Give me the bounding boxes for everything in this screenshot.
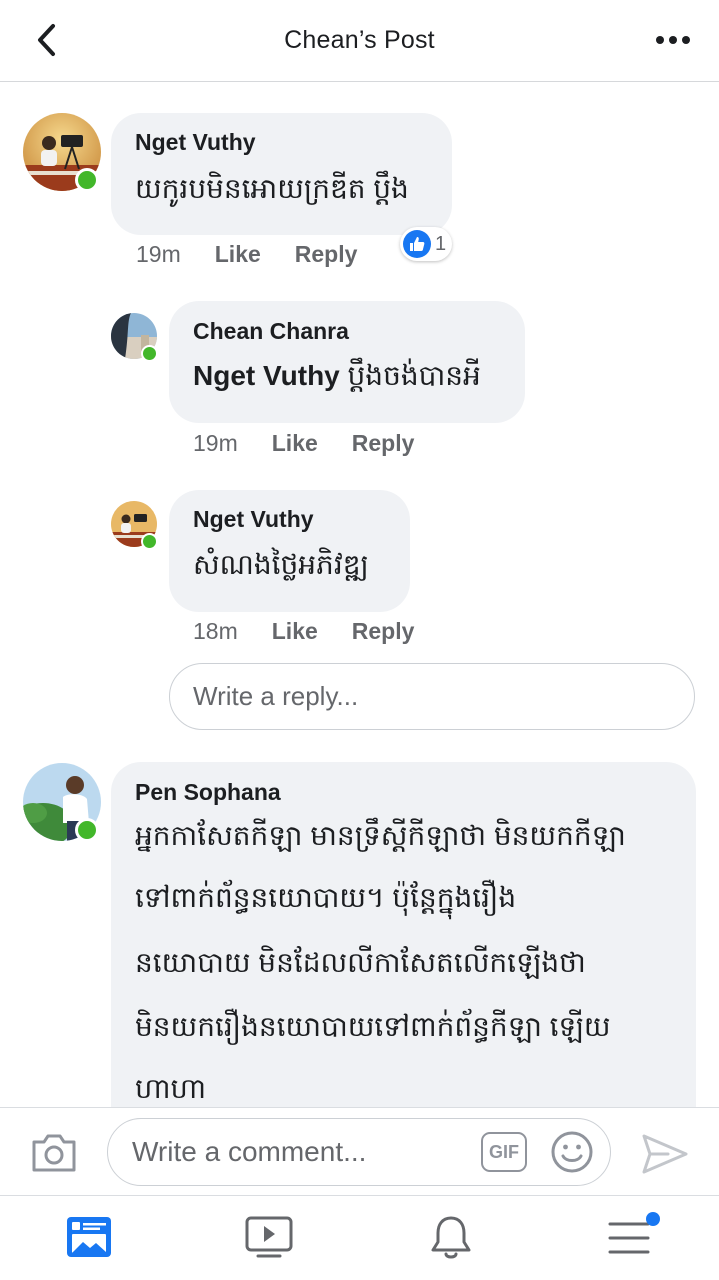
send-icon — [642, 1134, 688, 1174]
reply-input-placeholder: Write a reply... — [193, 681, 359, 711]
news-feed-icon — [67, 1217, 111, 1257]
menu-notification-badge — [646, 1212, 660, 1226]
reply-button[interactable]: Reply — [352, 430, 415, 457]
bell-icon — [431, 1216, 471, 1259]
emoji-button[interactable] — [550, 1130, 594, 1174]
reply-author[interactable]: Chean Chanra — [193, 318, 349, 345]
reply-author[interactable]: Nget Vuthy — [193, 506, 314, 533]
tab-news-feed[interactable] — [64, 1214, 116, 1264]
online-status-indicator — [75, 168, 99, 192]
camera-button[interactable] — [30, 1132, 78, 1174]
video-play-icon — [245, 1216, 293, 1258]
like-button[interactable]: Like — [272, 430, 318, 457]
tab-menu[interactable] — [606, 1212, 660, 1264]
page-title: Chean’s Post — [284, 26, 435, 54]
like-button[interactable]: Like — [215, 241, 261, 268]
camera-icon — [32, 1134, 76, 1172]
online-status-indicator — [75, 818, 99, 842]
emoji-icon — [551, 1131, 593, 1173]
write-reply-input[interactable]: Write a reply... — [169, 663, 695, 730]
comment-text-line: នយោបាយ មិនដែលលីកាសែតលើកឡើងថា — [135, 947, 586, 978]
reply-text: សំណងថ្លៃអភិវឌ្ឍ — [193, 549, 369, 580]
online-status-indicator — [141, 533, 158, 550]
comment-composer: Write a comment... GIF — [0, 1107, 719, 1195]
reply-timestamp: 19m — [193, 430, 238, 456]
mention-link[interactable]: Nget Vuthy — [193, 360, 340, 391]
back-button[interactable] — [26, 20, 66, 60]
send-button[interactable] — [640, 1132, 690, 1176]
header-bar: Chean’s Post — [0, 0, 719, 82]
more-options-button[interactable] — [651, 22, 695, 58]
like-button[interactable]: Like — [272, 618, 318, 645]
reply-text: Nget Vuthy ប្តឹងចង់បានអី — [193, 358, 481, 399]
gif-button[interactable]: GIF — [481, 1132, 527, 1172]
comment-text: យកូរបមិនអោយក្រឌីត ប្តឹង — [135, 173, 409, 204]
reaction-summary[interactable]: 1 — [400, 227, 453, 261]
online-status-indicator — [141, 345, 158, 362]
comment-author[interactable]: Pen Sophana — [135, 779, 281, 806]
tab-notifications[interactable] — [426, 1214, 478, 1264]
comment-text-line: ទៅពាក់ព័ន្ធនយោបាយ។ ប៉ុន្តែក្នុងរឿង — [135, 882, 517, 913]
chevron-left-icon — [38, 24, 55, 56]
reply-text-body: ប្តឹងចង់បានអី — [339, 360, 481, 391]
comment-bubble[interactable] — [111, 762, 696, 1107]
tab-watch[interactable] — [244, 1214, 296, 1264]
comment-text-line: មិនយករឿងនយោបាយទៅពាក់ព័ន្ធកីឡា ឡើយ — [135, 1011, 611, 1042]
reply-actions: 19m Like Reply — [193, 430, 414, 457]
gif-label: GIF — [489, 1141, 519, 1162]
comment-input-placeholder: Write a comment... — [132, 1136, 367, 1167]
comment-actions: 19m Like Reply — [136, 241, 357, 268]
write-comment-input[interactable]: Write a comment... — [107, 1118, 611, 1186]
more-horizontal-icon — [656, 36, 690, 44]
comment-text-line: ហាហា — [135, 1073, 207, 1104]
bottom-navigation — [0, 1195, 719, 1280]
reaction-count: 1 — [435, 232, 447, 255]
like-icon — [403, 230, 431, 258]
comments-list: Nget Vuthy យកូរបមិនអោយក្រឌីត ប្តឹង 1 19m… — [0, 83, 719, 1107]
comment-text-line: អ្នកកាសែតកីឡា មានទ្រឹស្តីកីឡាថា មិនយកកីឡ… — [135, 820, 626, 851]
post-comments-screen: Chean’s Post Nget Vuthy យកូរបមិនអោយក្រឌី… — [0, 0, 719, 1280]
comment-author[interactable]: Nget Vuthy — [135, 129, 256, 156]
comment-timestamp: 19m — [136, 241, 181, 267]
reply-actions: 18m Like Reply — [193, 618, 414, 645]
reply-timestamp: 18m — [193, 618, 238, 644]
reply-button[interactable]: Reply — [352, 618, 415, 645]
reply-button[interactable]: Reply — [295, 241, 358, 268]
